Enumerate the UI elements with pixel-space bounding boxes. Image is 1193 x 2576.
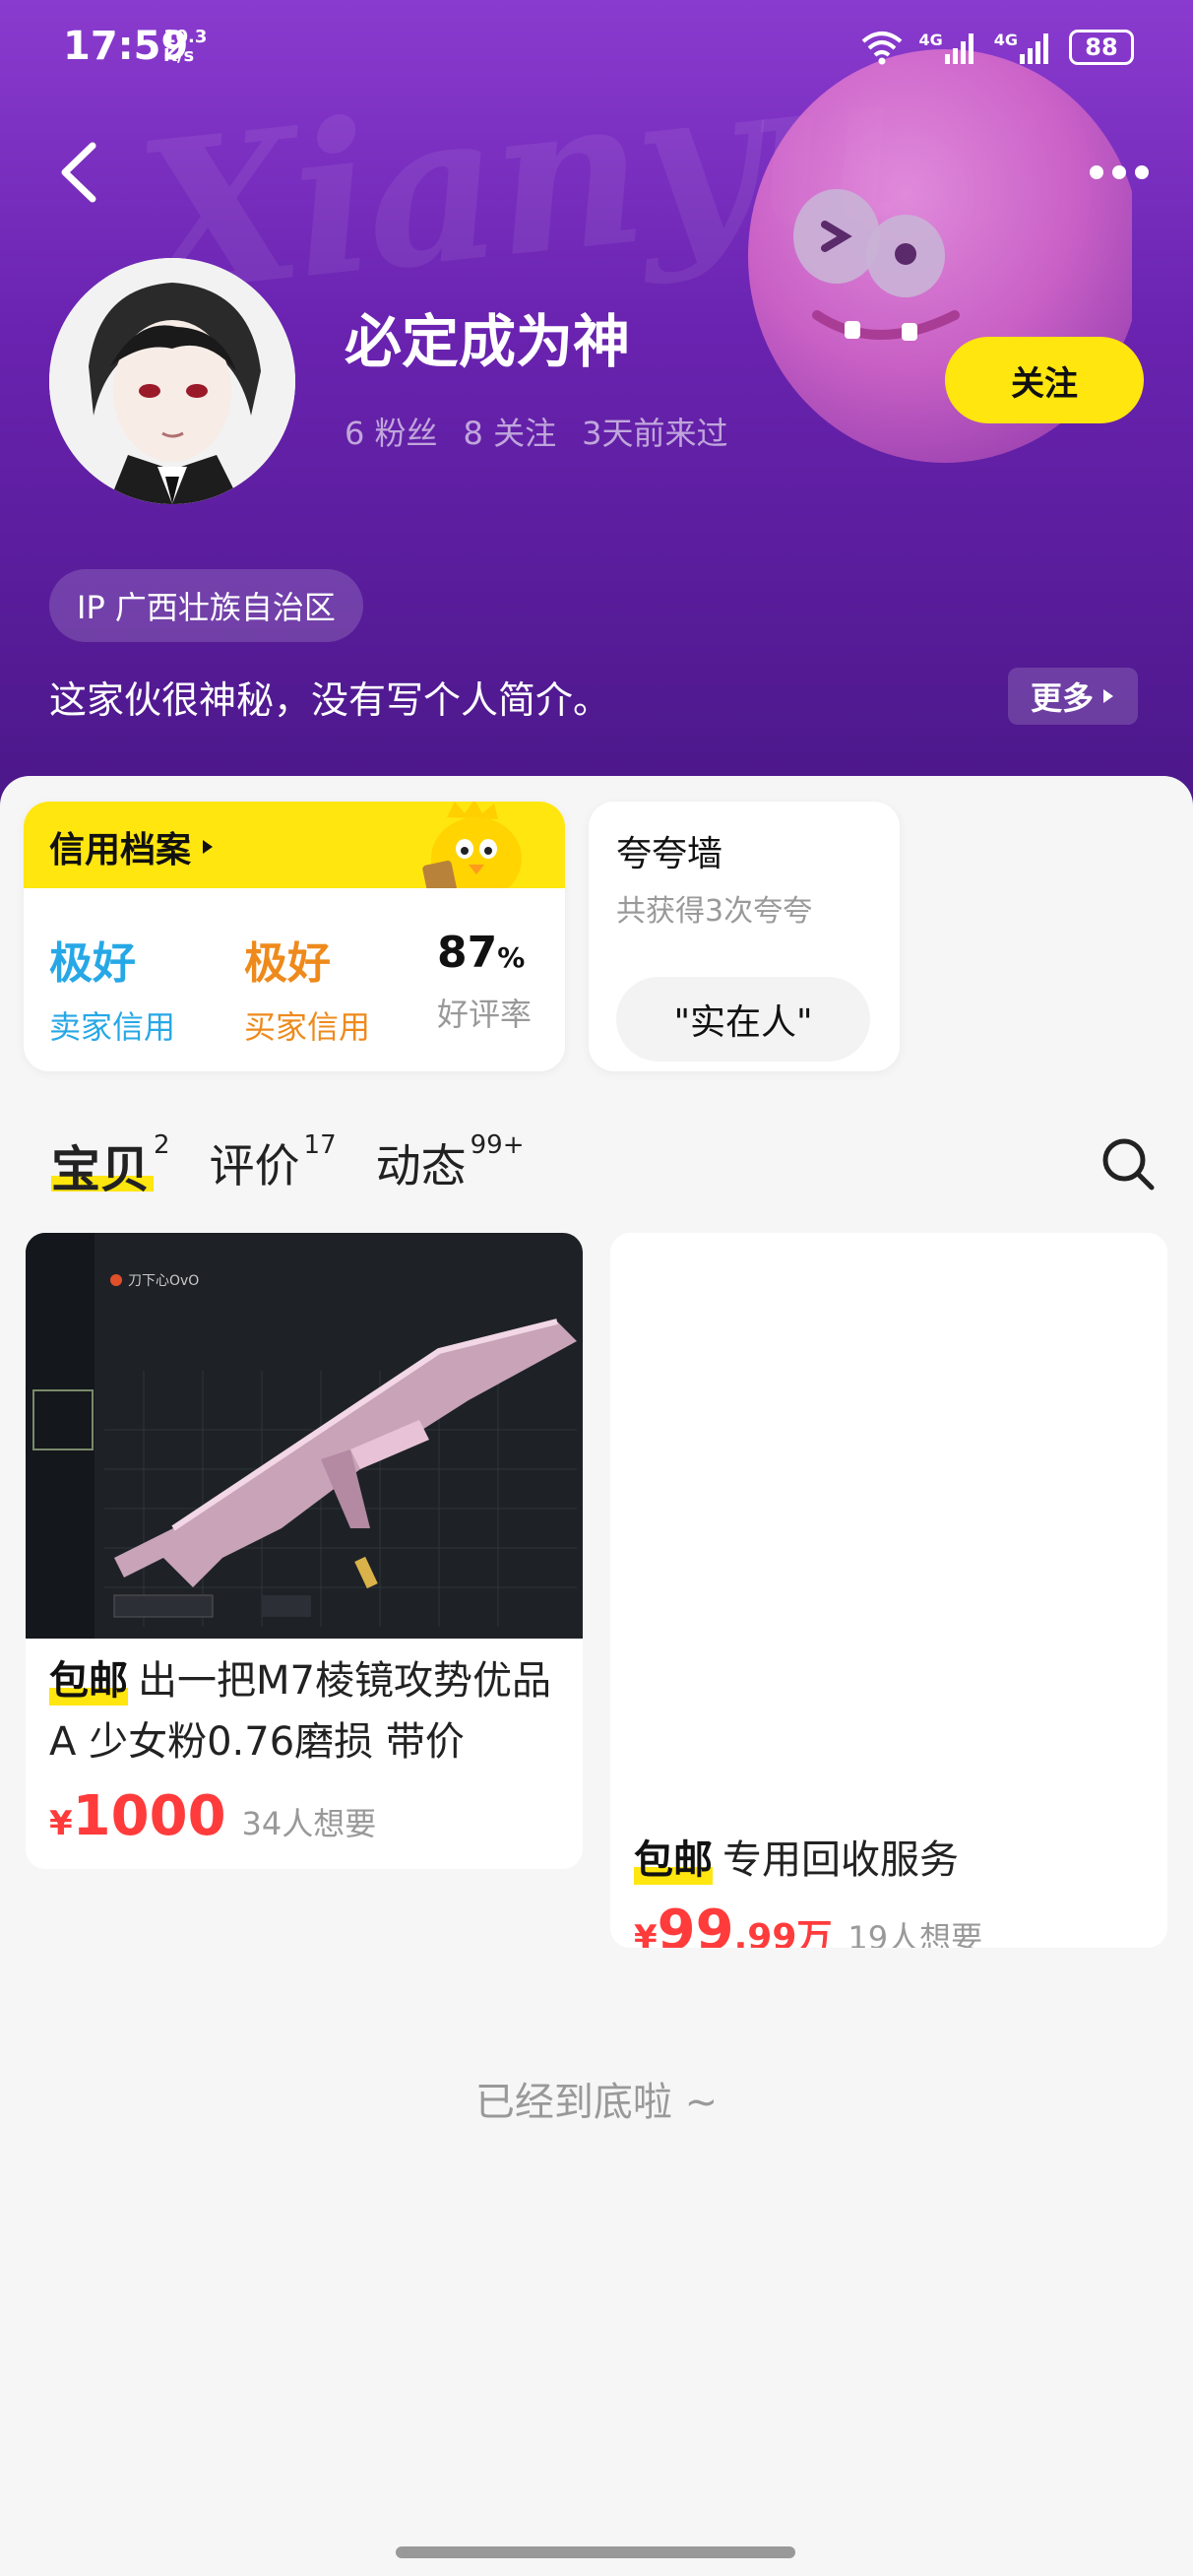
speed-value: 10.3	[163, 27, 208, 47]
wants-count: 34人想要	[241, 1805, 377, 1842]
praise-wall-card[interactable]: 夸夸墙 共获得3次夸夸 "实在人"	[589, 802, 900, 1071]
rating-label: 好评率	[437, 996, 533, 1033]
free-shipping-tag: 包邮	[634, 1830, 713, 1891]
speed-unit: K/s	[163, 45, 195, 66]
signal-icon-1: 4G	[918, 31, 979, 64]
profile-content: 信用档案 极好 卖家信用 极好 买家信用 87% 好评率 夸夸墙 共获得3次夸夸…	[0, 776, 1193, 2576]
signal-bars-icon	[1020, 33, 1048, 64]
price-row: ¥ 1000 34人想要	[49, 1784, 376, 1848]
tab-reviews-label: 评价	[209, 1139, 300, 1192]
seller-credit-label: 卖家信用	[49, 1008, 176, 1046]
praise-chip: "实在人"	[616, 977, 870, 1062]
content-tabs: 宝贝 2 评价 17 动态 99+	[51, 1130, 525, 1219]
user-bio: 这家伙很神秘，没有写个人简介。	[49, 678, 611, 722]
user-stats: 6 粉丝 8 关注 3天前来过	[345, 409, 727, 454]
bio-more-button[interactable]: 更多	[1008, 668, 1138, 725]
praise-chip-text: "实在人"	[673, 1002, 813, 1043]
caret-right-icon	[1103, 689, 1113, 703]
ip-location-badge: IP 广西壮族自治区	[49, 569, 363, 642]
avatar-illustration	[49, 258, 295, 504]
credit-profile-card[interactable]: 信用档案 极好 卖家信用 极好 买家信用 87% 好评率	[24, 802, 565, 1071]
caret-right-icon	[203, 840, 214, 854]
credit-title-text: 信用档案	[49, 830, 192, 870]
tab-items-label: 宝贝	[51, 1141, 150, 1198]
more-options-icon[interactable]	[1075, 148, 1163, 197]
free-shipping-tag: 包邮	[49, 1650, 128, 1711]
buyer-credit-value: 极好	[244, 938, 331, 989]
product-price-decimal: .99万	[733, 1917, 833, 1948]
follow-button[interactable]: 关注	[945, 337, 1144, 423]
product-image: 刀下心OvO	[26, 1233, 583, 1639]
tab-reviews[interactable]: 评价 17	[210, 1130, 337, 1219]
home-indicator[interactable]	[396, 2546, 795, 2558]
image-caption: 刀下心OvO	[128, 1273, 199, 1289]
tab-items-count: 2	[154, 1130, 170, 1160]
avatar[interactable]	[49, 258, 295, 504]
follow-button-label: 关注	[1011, 363, 1078, 404]
currency-symbol: ¥	[49, 1804, 73, 1843]
credit-title: 信用档案	[49, 821, 215, 872]
wifi-icon	[862, 32, 903, 65]
rating-value: 87	[437, 928, 498, 978]
tab-posts-label: 动态	[375, 1139, 467, 1192]
bio-more-label: 更多	[1030, 679, 1094, 717]
fans-count[interactable]: 6 粉丝	[345, 409, 438, 454]
praise-wall-subtitle: 共获得3次夸夸	[616, 894, 813, 929]
positive-rating: 87% 好评率	[437, 928, 532, 1035]
product-card[interactable]: 刀下心OvO 包邮 出一把M7棱镜攻势优品A 少女粉0.76磨损 带价 ¥ 100…	[26, 1233, 583, 1869]
status-bar: 17:59 10.3 K/s 4G 4G 88	[0, 0, 1193, 98]
currency-symbol: ¥	[634, 1918, 658, 1948]
product-price: 99	[657, 1899, 734, 1948]
last-seen: 3天前来过	[582, 415, 728, 452]
product-title: 包邮 专用回收服务	[634, 1830, 1156, 1891]
praise-wall-title: 夸夸墙	[616, 834, 723, 874]
tab-reviews-count: 17	[303, 1130, 337, 1160]
signal-icon-2: 4G	[994, 31, 1055, 64]
seller-credit: 极好 卖家信用	[49, 928, 175, 1048]
credit-body: 极好 卖家信用 极好 买家信用 87% 好评率	[24, 888, 565, 1071]
user-nickname: 必定成为神	[345, 308, 631, 375]
buyer-credit-label: 买家信用	[244, 1008, 371, 1046]
rating-unit: %	[497, 941, 526, 974]
price-row: ¥ 99 .99万 19人想要	[634, 1899, 982, 1948]
tab-posts[interactable]: 动态 99+	[376, 1130, 525, 1219]
seller-credit-value: 极好	[49, 938, 136, 989]
wants-count: 19人想要	[848, 1919, 983, 1948]
battery-icon: 88	[1069, 30, 1134, 65]
tab-items[interactable]: 宝贝 2	[51, 1130, 170, 1219]
product-price: 1000	[72, 1784, 226, 1848]
battery-level: 88	[1085, 33, 1118, 61]
back-arrow-icon[interactable]	[49, 138, 108, 207]
product-card[interactable]: 包邮 专用回收服务 ¥ 99 .99万 19人想要	[610, 1233, 1167, 1948]
tab-posts-count: 99+	[470, 1130, 525, 1160]
product-title-text: 专用回收服务	[722, 1837, 959, 1883]
signal-bars-icon	[944, 33, 973, 64]
mascot-illustration	[748, 49, 1132, 463]
product-title: 包邮 出一把M7棱镜攻势优品A 少女粉0.76磨损 带价	[49, 1650, 571, 1772]
network-type-2: 4G	[993, 31, 1018, 49]
ip-location-text: IP 广西壮族自治区	[77, 589, 336, 626]
status-icons: 4G 4G 88	[859, 30, 1134, 65]
search-icon[interactable]	[1099, 1134, 1158, 1193]
end-of-list-text: 已经到底啦 ~	[474, 2080, 719, 2125]
network-speed: 10.3 K/s	[163, 28, 207, 65]
profile-header: Xianyu 17:59 10.3 K/s 4G 4G 88 必定成为神 6 粉…	[0, 0, 1193, 817]
network-type-1: 4G	[918, 31, 943, 49]
buyer-credit: 极好 买家信用	[244, 928, 370, 1048]
following-count[interactable]: 8 关注	[464, 409, 557, 454]
product-photo: 刀下心OvO	[26, 1233, 583, 1639]
